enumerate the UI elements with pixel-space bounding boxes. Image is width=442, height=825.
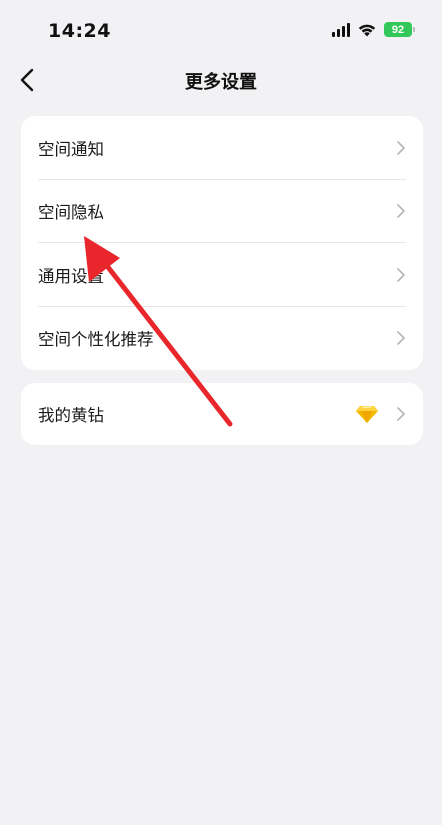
vip-card: 我的黄钻 [21, 383, 423, 445]
nav-bar: 更多设置 [0, 58, 442, 102]
settings-item-label: 空间隐私 [38, 203, 104, 223]
status-time: 14:24 [48, 20, 111, 42]
battery-level: 92 [391, 23, 405, 36]
settings-item-space-notification[interactable]: 空间通知 [21, 116, 423, 180]
settings-item-personalized-recommendation[interactable]: 空间个性化推荐 [21, 307, 423, 371]
settings-item-general[interactable]: 通用设置 [21, 243, 423, 307]
status-bar: 14:24 92 [0, 0, 442, 58]
settings-item-label: 空间通知 [38, 139, 104, 159]
chevron-right-icon [397, 140, 405, 155]
settings-item-yellow-diamond[interactable]: 我的黄钻 [21, 383, 423, 445]
battery-icon: 92 [384, 22, 415, 37]
chevron-right-icon [397, 267, 405, 282]
chevron-right-icon [397, 331, 405, 346]
signal-icon [332, 22, 350, 37]
chevron-right-icon [397, 204, 405, 219]
status-icons: 92 [332, 22, 415, 37]
settings-list: 空间通知 空间隐私 通用设置 空间个性化推荐 [21, 116, 423, 370]
settings-item-label: 通用设置 [38, 266, 104, 286]
screen: 14:24 92 更多设置 空间通知 空间隐私 通用设置 空间个性化推荐 我的黄… [0, 0, 442, 825]
wifi-icon [358, 24, 376, 37]
chevron-right-icon [397, 407, 405, 421]
settings-item-space-privacy[interactable]: 空间隐私 [21, 180, 423, 243]
settings-item-label: 空间个性化推荐 [38, 330, 154, 350]
vip-label: 我的黄钻 [38, 406, 104, 425]
diamond-icon [356, 406, 378, 423]
page-title: 更多设置 [185, 72, 257, 93]
